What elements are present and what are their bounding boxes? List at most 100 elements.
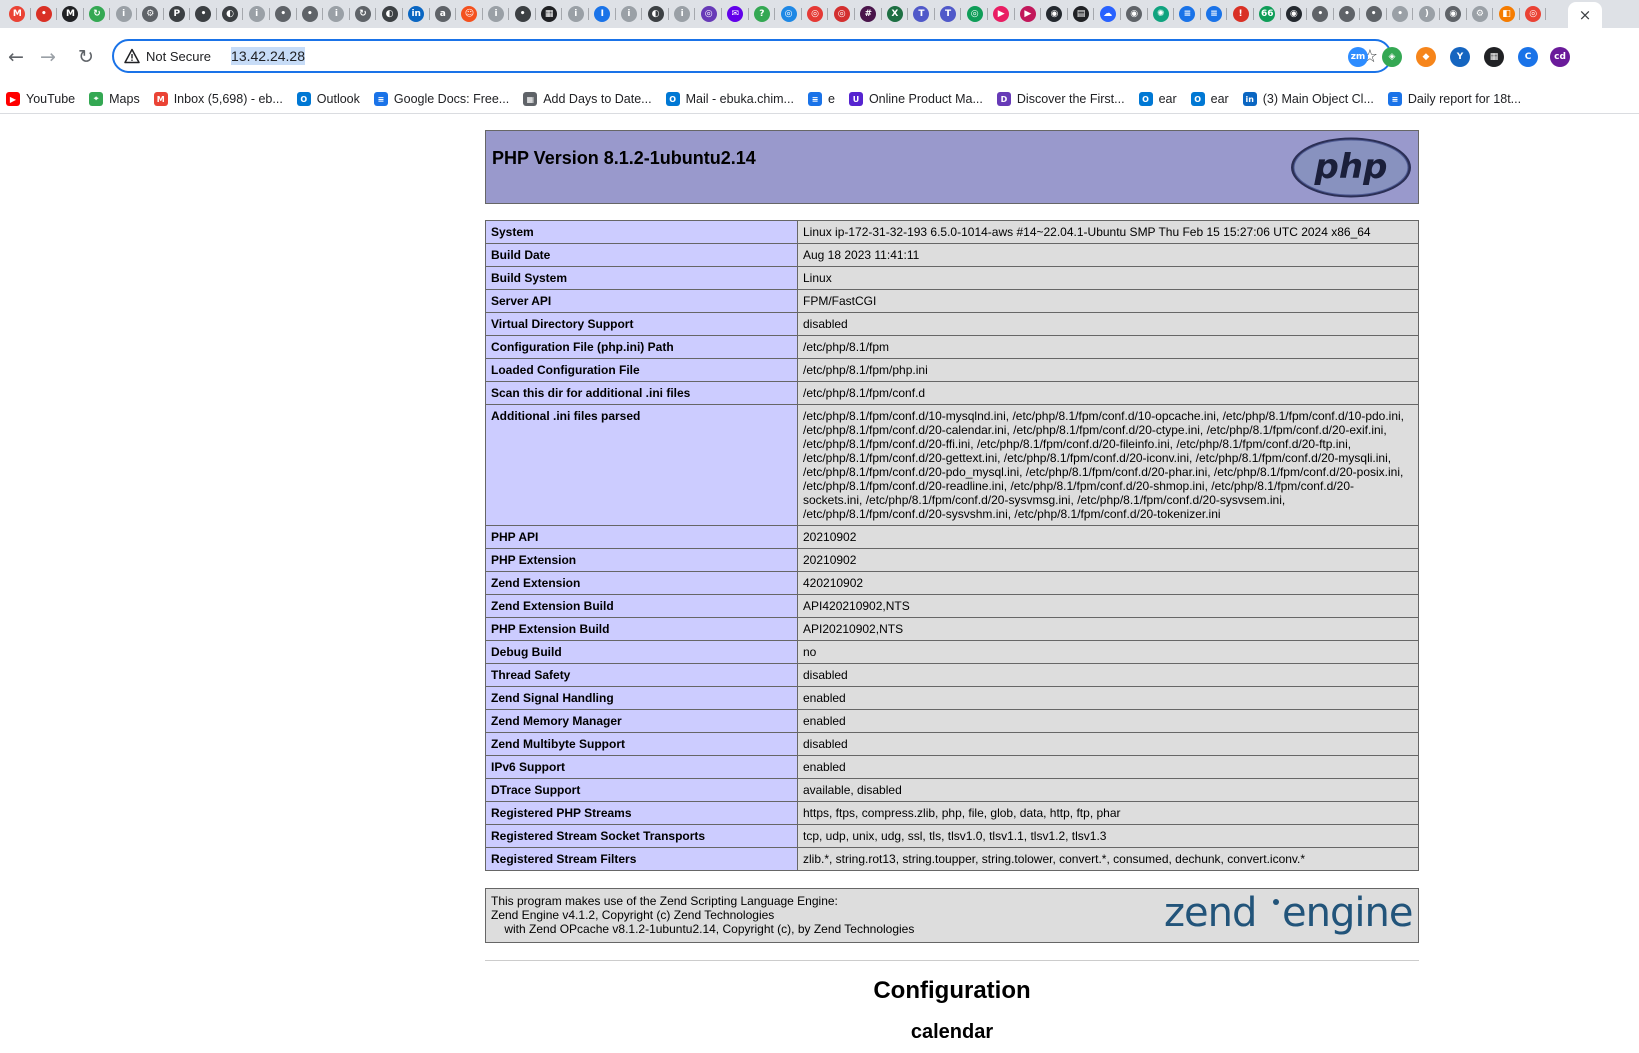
address-bar[interactable]: Not Secure 13.42.24.28 ☆	[112, 39, 1392, 73]
browser-tab[interactable]: ◎	[1520, 0, 1547, 28]
forward-button[interactable]: →	[36, 45, 60, 69]
browser-tab[interactable]: X	[882, 0, 909, 28]
purple-extension-icon[interactable]: cd	[1550, 47, 1570, 67]
browser-tab[interactable]: ◎	[961, 0, 988, 28]
browser-tab[interactable]: ☺	[456, 0, 483, 28]
browser-tab[interactable]: ⚙	[1467, 0, 1494, 28]
browser-tab[interactable]: •	[31, 0, 58, 28]
bookmark-item[interactable]: Oear	[1190, 92, 1229, 106]
bookmark-label: ear	[1210, 92, 1229, 106]
browser-tab[interactable]: i	[483, 0, 510, 28]
browser-tab[interactable]: •	[190, 0, 217, 28]
browser-tab[interactable]: •	[1334, 0, 1361, 28]
setting-name: System	[485, 220, 798, 244]
browser-tab[interactable]: ≡	[1201, 0, 1228, 28]
browser-tab[interactable]: )	[1413, 0, 1440, 28]
bookmark-item[interactable]: Oear	[1138, 92, 1177, 106]
browser-tab[interactable]: ✺	[1148, 0, 1175, 28]
browser-tab[interactable]: ✉	[722, 0, 749, 28]
browser-tab[interactable]: ◎	[695, 0, 722, 28]
browser-tab[interactable]: ◧	[1493, 0, 1520, 28]
close-tab-icon[interactable]: ×	[1579, 6, 1592, 24]
browser-tab[interactable]: ◎	[828, 0, 855, 28]
bookmark-item[interactable]: ≡ Google Docs: Free...	[373, 92, 509, 106]
warning-triangle-icon[interactable]	[124, 48, 140, 64]
browser-tab[interactable]: ↻	[84, 0, 111, 28]
browser-tab[interactable]: •	[509, 0, 536, 28]
setting-value: FPM/FastCGI	[797, 289, 1419, 313]
browser-tab[interactable]: •	[1387, 0, 1414, 28]
green-extension-icon[interactable]: ◈	[1382, 47, 1402, 67]
bookmark-item[interactable]: ▶ YouTube	[6, 92, 75, 106]
back-button[interactable]: ←	[4, 45, 28, 69]
browser-tab[interactable]: P	[164, 0, 191, 28]
browser-tab[interactable]: •	[1360, 0, 1387, 28]
blue-v-extension-icon[interactable]: Y	[1450, 47, 1470, 67]
browser-tab[interactable]: i	[616, 0, 643, 28]
browser-tab[interactable]: i	[562, 0, 589, 28]
browser-tab[interactable]: ↻	[350, 0, 377, 28]
bookmark-item[interactable]: D Discover the First...	[996, 92, 1125, 106]
browser-tab[interactable]: ◎	[775, 0, 802, 28]
outlook-icon: O	[296, 92, 311, 106]
browser-tab[interactable]: T	[935, 0, 962, 28]
bookmark-item[interactable]: U Online Product Ma...	[848, 92, 983, 106]
browser-tab[interactable]: a	[430, 0, 457, 28]
bookmark-item[interactable]: M Inbox (5,698) - eb...	[153, 92, 283, 106]
metamask-extension-icon[interactable]: ◆	[1416, 47, 1436, 67]
bookmark-item[interactable]: ⌖ Maps	[89, 92, 140, 106]
browser-tab[interactable]: •	[270, 0, 297, 28]
browser-tab[interactable]: ◐	[217, 0, 244, 28]
setting-name: Zend Multibyte Support	[485, 732, 798, 756]
info-icon: i	[620, 6, 637, 22]
bookmark-item[interactable]: O Mail - ebuka.chim...	[665, 92, 794, 106]
browser-tab[interactable]: M	[57, 0, 84, 28]
c-extension-icon[interactable]: C	[1518, 47, 1538, 67]
browser-tab[interactable]: ▤	[1068, 0, 1095, 28]
browser-tab[interactable]: ☁	[1094, 0, 1121, 28]
browser-tab[interactable]: M	[4, 0, 31, 28]
browser-tab[interactable]: ◉	[1041, 0, 1068, 28]
bookmark-item[interactable]: ≡ Daily report for 18t...	[1387, 92, 1521, 106]
browser-tab[interactable]: ▶	[1015, 0, 1042, 28]
setting-value: /etc/php/8.1/fpm	[797, 335, 1419, 359]
bookmark-item[interactable]: in (3) Main Object Cl...	[1242, 92, 1374, 106]
security-status-label[interactable]: Not Secure	[146, 49, 211, 64]
browser-tab[interactable]: 66	[1254, 0, 1281, 28]
browser-tab[interactable]: •	[1307, 0, 1334, 28]
bookmark-item[interactable]: O Outlook	[296, 92, 360, 106]
purple-site-icon: ◎	[700, 6, 717, 22]
browser-tab[interactable]: ◎	[802, 0, 829, 28]
browser-tab[interactable]: i	[243, 0, 270, 28]
zend-engine-logo[interactable]: zend engine	[1164, 892, 1414, 940]
active-tab[interactable]: ×	[1568, 2, 1602, 28]
browser-tab[interactable]: i	[323, 0, 350, 28]
bookmark-item[interactable]: ≡ e	[807, 92, 835, 106]
red-site-icon: ◎	[807, 6, 824, 22]
browser-tab[interactable]: i	[669, 0, 696, 28]
setting-value: tcp, udp, unix, udg, ssl, tls, tlsv1.0, …	[797, 824, 1419, 848]
browser-tab[interactable]: ⚙	[137, 0, 164, 28]
grid-extension-icon[interactable]: ▦	[1484, 47, 1504, 67]
browser-tab[interactable]: ◉	[1440, 0, 1467, 28]
php-logo[interactable]: php	[1289, 136, 1413, 199]
reload-button[interactable]: ↻	[74, 45, 98, 69]
browser-tab[interactable]: T	[908, 0, 935, 28]
url-text[interactable]: 13.42.24.28	[231, 47, 306, 65]
bookmark-item[interactable]: ▦ Add Days to Date...	[523, 92, 652, 106]
browser-tab[interactable]: ▦	[536, 0, 563, 28]
browser-tab[interactable]: ◉	[1281, 0, 1308, 28]
browser-tab[interactable]: !	[1227, 0, 1254, 28]
browser-tab[interactable]: •	[297, 0, 324, 28]
browser-tab[interactable]: ▶	[988, 0, 1015, 28]
browser-tab[interactable]: ◉	[1121, 0, 1148, 28]
browser-tab[interactable]: #	[855, 0, 882, 28]
browser-tab[interactable]: ◐	[642, 0, 669, 28]
browser-tab[interactable]: i	[110, 0, 137, 28]
browser-tab[interactable]: I	[589, 0, 616, 28]
browser-tab[interactable]: ?	[749, 0, 776, 28]
browser-tab[interactable]: ◐	[376, 0, 403, 28]
zoom-extension-icon[interactable]: zm	[1348, 47, 1368, 67]
browser-tab[interactable]: ≡	[1174, 0, 1201, 28]
browser-tab[interactable]: in	[403, 0, 430, 28]
